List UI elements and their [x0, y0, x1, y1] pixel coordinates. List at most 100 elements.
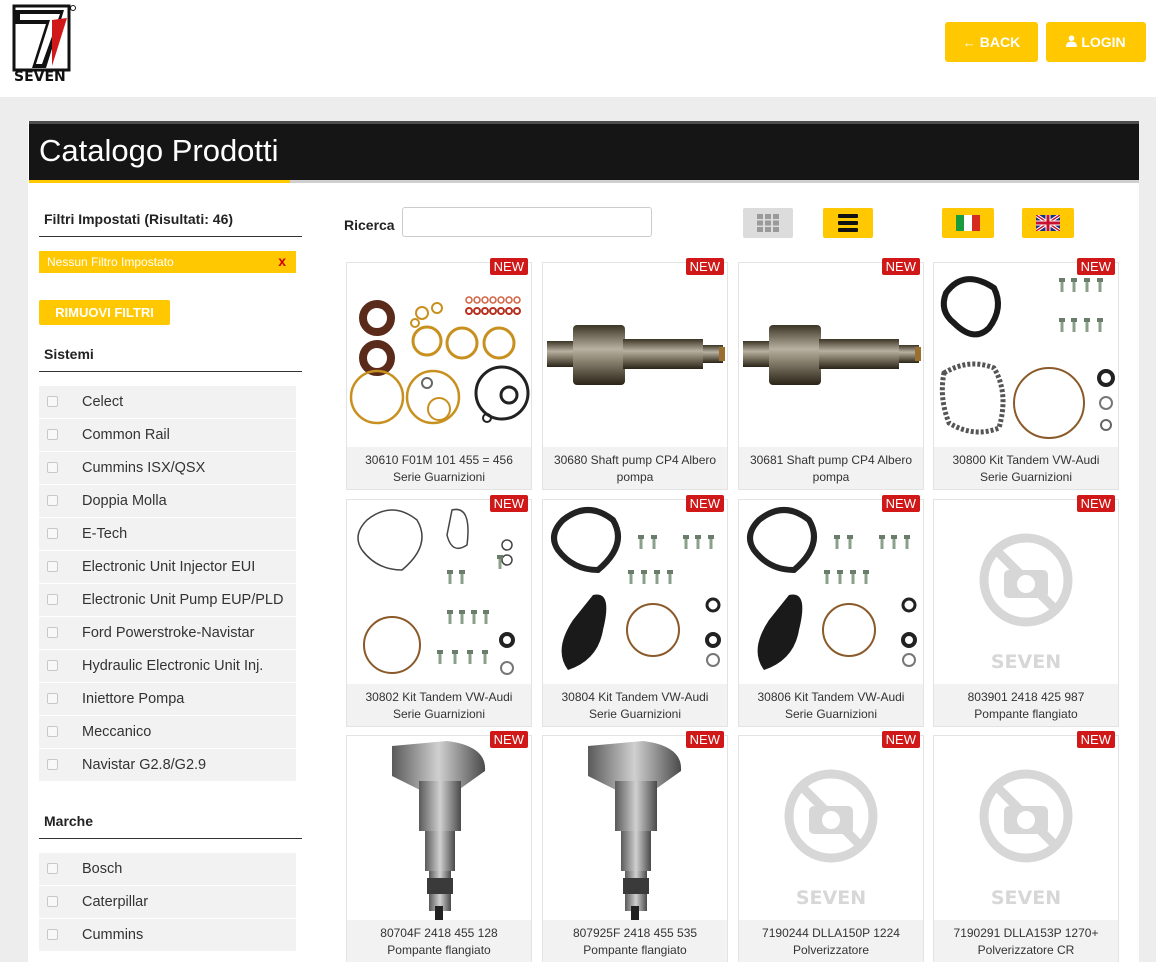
new-badge: NEW	[685, 258, 724, 275]
system-item[interactable]: Meccanico	[39, 716, 296, 749]
product-image[interactable]	[543, 500, 727, 684]
system-item-label: Ford Powerstroke-Navistar	[82, 625, 255, 641]
product-caption[interactable]: 30610 F01M 101 455 = 456 Serie Guarnizion…	[347, 452, 531, 486]
system-item-label: Celect	[82, 394, 124, 410]
system-item[interactable]: Iniettore Pompa	[39, 683, 296, 716]
product-code: 7190291 DLLA153P 1270+	[953, 926, 1099, 940]
system-item[interactable]: Navistar G2.8/G2.9	[39, 749, 296, 782]
product-code: 30800 Kit Tandem VW-Audi	[952, 453, 1100, 467]
checkbox[interactable]	[47, 528, 58, 539]
checkbox[interactable]	[47, 693, 58, 704]
product-card[interactable]: NEW 30681 Shaft pump CP4 Albero pompa	[738, 258, 924, 490]
arrow-left-icon: ←	[962, 34, 976, 50]
product-card[interactable]: NEW 30680 Shaft pump CP4 Albero pompa	[542, 258, 728, 490]
checkbox[interactable]	[47, 561, 58, 572]
system-item[interactable]: Electronic Unit Injector EUI	[39, 551, 296, 584]
product-card[interactable]: NEW 30802 Kit Tandem VW-Audi Serie Guarniz…	[346, 495, 532, 727]
checkbox[interactable]	[47, 896, 58, 907]
product-caption[interactable]: 807925F 2418 455 535 Pompante flangiato	[543, 925, 727, 959]
system-item[interactable]: E-Tech	[39, 518, 296, 551]
list-view-button[interactable]	[823, 208, 873, 238]
remove-filters-button[interactable]: RIMUOVI FILTRI	[39, 300, 170, 325]
brand-item[interactable]: Cummins	[39, 919, 296, 952]
product-card[interactable]: NEW 30804 Kit Tandem VW-Audi Serie Guarniz…	[542, 495, 728, 727]
checkbox[interactable]	[47, 627, 58, 638]
back-button[interactable]: ← BACK	[945, 22, 1038, 62]
product-description: Polverizzatore	[792, 943, 870, 957]
new-badge: NEW	[685, 495, 724, 512]
top-bar: SEVEN ← BACK LOGIN	[0, 0, 1156, 97]
system-item[interactable]: Hydraulic Electronic Unit Inj.	[39, 650, 296, 683]
system-item[interactable]: Electronic Unit Pump EUP/PLD	[39, 584, 296, 617]
system-item-label: Electronic Unit Pump EUP/PLD	[82, 592, 284, 608]
language-english-button[interactable]	[1022, 208, 1074, 238]
system-item-label: Hydraulic Electronic Unit Inj.	[82, 658, 264, 674]
product-card[interactable]: NEW 80704F 2418 455 128 Pompante flangiato	[346, 731, 532, 962]
product-description: Pompante flangiato	[583, 943, 687, 957]
checkbox[interactable]	[47, 726, 58, 737]
product-card[interactable]: NEW 807925F 2418 455 535 Pompante flangiat…	[542, 731, 728, 962]
product-card[interactable]: NEW 30800 Kit Tandem VW-Audi Serie Guarniz…	[933, 258, 1119, 490]
logo-text: SEVEN	[14, 69, 66, 85]
checkbox[interactable]	[47, 594, 58, 605]
svg-text:SEVEN: SEVEN	[796, 887, 866, 909]
system-item[interactable]: Cummins ISX/QSX	[39, 452, 296, 485]
product-card[interactable]: SEVEN NEW 803901 2418 425 987 Pompante flan…	[933, 495, 1119, 727]
login-button[interactable]: LOGIN	[1046, 22, 1146, 62]
product-code: 30804 Kit Tandem VW-Audi	[561, 690, 709, 704]
product-image[interactable]	[543, 263, 727, 447]
brand-item[interactable]: Caterpillar	[39, 886, 296, 919]
page-header: Catalogo Prodotti	[29, 121, 1139, 181]
chip-remove-icon[interactable]: x	[278, 253, 286, 269]
svg-text:SEVEN: SEVEN	[991, 651, 1061, 673]
checkbox[interactable]	[47, 759, 58, 770]
brand-item[interactable]: Bosch	[39, 853, 296, 886]
systems-title: Sistemi	[44, 346, 94, 362]
product-caption[interactable]: 7190291 DLLA153P 1270+ Polverizzatore CR	[934, 925, 1118, 959]
checkbox[interactable]	[47, 929, 58, 940]
search-label: Ricerca	[344, 217, 395, 233]
product-card[interactable]: NEW 30806 Kit Tandem VW-Audi Serie Guarniz…	[738, 495, 924, 727]
product-image[interactable]	[739, 263, 923, 447]
product-image[interactable]	[347, 263, 531, 447]
product-caption[interactable]: 30804 Kit Tandem VW-Audi Serie Guarnizion…	[543, 689, 727, 723]
product-code: 30680 Shaft pump CP4 Albero	[553, 453, 717, 467]
product-description: Serie Guarnizioni	[392, 707, 486, 721]
checkbox[interactable]	[47, 863, 58, 874]
product-image[interactable]	[347, 736, 531, 920]
product-caption[interactable]: 7190244 DLLA150P 1224 Polverizzatore	[739, 925, 923, 959]
product-caption[interactable]: 80704F 2418 455 128 Pompante flangiato	[347, 925, 531, 959]
checkbox[interactable]	[47, 660, 58, 671]
product-caption[interactable]: 803901 2418 425 987 Pompante flangiato	[934, 689, 1118, 723]
product-image[interactable]	[347, 500, 531, 684]
product-image[interactable]: SEVEN	[934, 736, 1118, 920]
product-code: 30681 Shaft pump CP4 Albero	[749, 453, 913, 467]
system-item[interactable]: Ford Powerstroke-Navistar	[39, 617, 296, 650]
checkbox[interactable]	[47, 429, 58, 440]
checkbox[interactable]	[47, 462, 58, 473]
product-caption[interactable]: 30802 Kit Tandem VW-Audi Serie Guarnizion…	[347, 689, 531, 723]
product-image[interactable]: SEVEN	[739, 736, 923, 920]
language-italian-button[interactable]	[942, 208, 994, 238]
product-caption[interactable]: 30680 Shaft pump CP4 Albero pompa	[543, 452, 727, 486]
product-image[interactable]	[739, 500, 923, 684]
system-item[interactable]: Doppia Molla	[39, 485, 296, 518]
product-image[interactable]	[934, 263, 1118, 447]
product-card[interactable]: SEVEN NEW 7190244 DLLA150P 1224 Polverizzat…	[738, 731, 924, 962]
new-badge: NEW	[881, 258, 920, 275]
product-caption[interactable]: 30806 Kit Tandem VW-Audi Serie Guarnizion…	[739, 689, 923, 723]
product-card[interactable]: SEVEN NEW 7190291 DLLA153P 1270+ Polverizza…	[933, 731, 1119, 962]
grid-view-button[interactable]	[743, 208, 793, 238]
product-caption[interactable]: 30800 Kit Tandem VW-Audi Serie Guarnizion…	[934, 452, 1118, 486]
system-item-label: Navistar G2.8/G2.9	[82, 757, 207, 773]
system-item[interactable]: Celect	[39, 386, 296, 419]
product-card[interactable]: NEW 30610 F01M 101 455 = 456 Serie Guarniz…	[346, 258, 532, 490]
product-image[interactable]	[543, 736, 727, 920]
checkbox[interactable]	[47, 495, 58, 506]
checkbox[interactable]	[47, 396, 58, 407]
grid-view-icon	[757, 214, 779, 232]
product-caption[interactable]: 30681 Shaft pump CP4 Albero pompa	[739, 452, 923, 486]
system-item[interactable]: Common Rail	[39, 419, 296, 452]
search-input[interactable]	[402, 207, 652, 237]
product-image[interactable]: SEVEN	[934, 500, 1118, 684]
